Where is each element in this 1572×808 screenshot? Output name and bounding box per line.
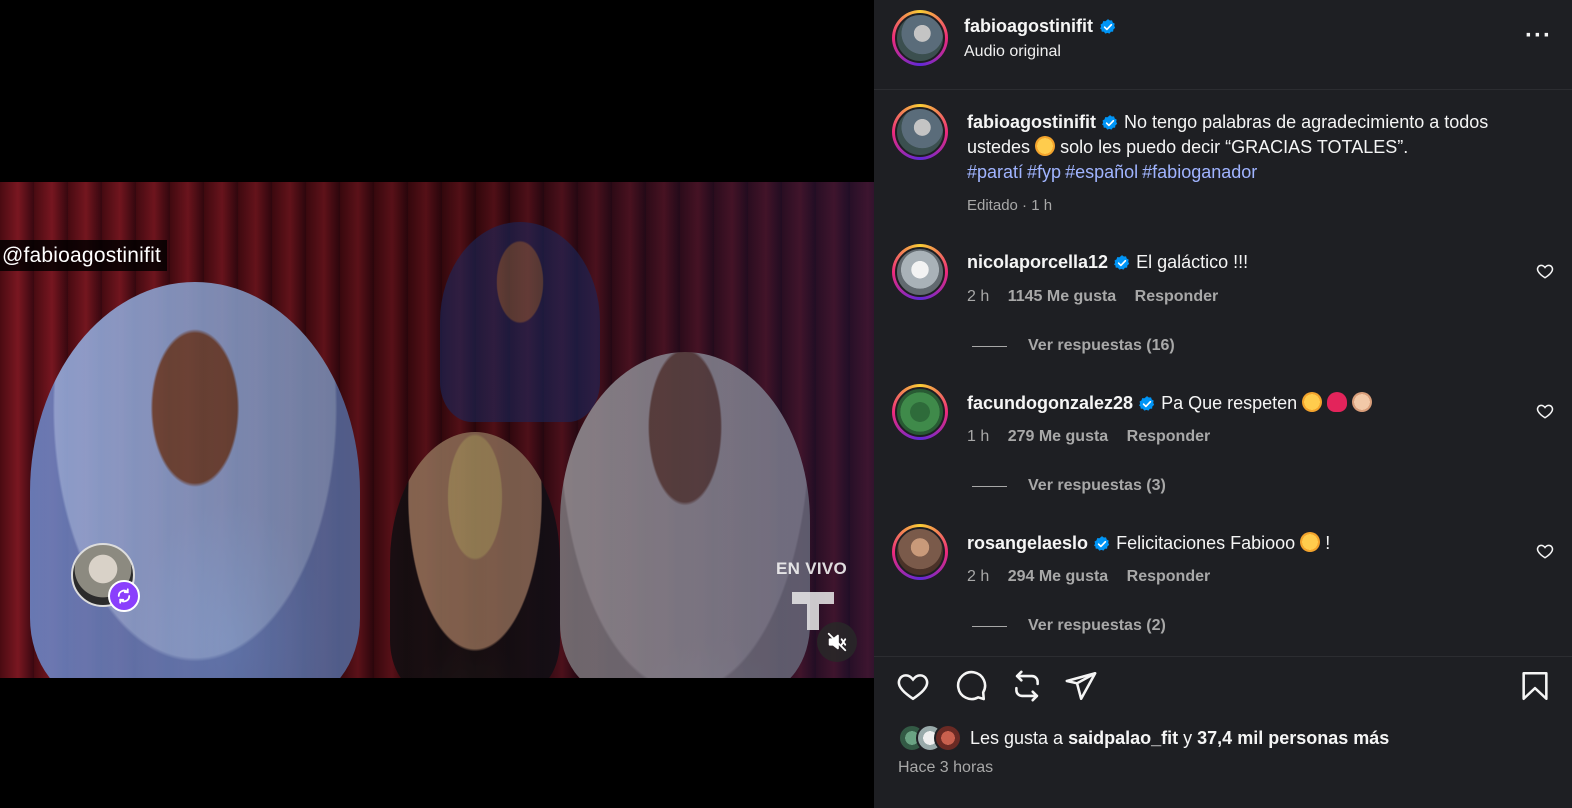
mute-button[interactable] [817, 622, 857, 662]
remix-icon [108, 580, 140, 612]
likes-summary[interactable]: Les gusta a saidpalao_fit y 37,4 mil per… [898, 724, 1389, 752]
video-user-tag: @fabioagostinifit [0, 240, 167, 271]
avatar[interactable] [892, 384, 948, 440]
avatar [934, 724, 962, 752]
comment-username[interactable]: nicolaporcella12 [967, 252, 1108, 272]
heart-icon[interactable] [1536, 262, 1554, 280]
comment-item: rosangelaeslo Felicitaciones Fabiooo ! 2… [874, 524, 1572, 664]
share-icon[interactable] [1064, 669, 1098, 703]
comment-text-suffix: ! [1325, 533, 1331, 553]
hashtag-link[interactable]: #paratí [967, 162, 1023, 182]
comment-text: El galáctico !!! [1136, 252, 1249, 272]
comment-likes[interactable]: 294 Me gusta [1008, 568, 1108, 585]
heart-icon[interactable] [1536, 542, 1554, 560]
comment-time: 2 h [967, 288, 990, 305]
heart-icon[interactable] [896, 669, 930, 703]
avatar[interactable] [892, 524, 948, 580]
avatar[interactable] [892, 10, 948, 66]
clapping-hands-emoji-icon [1300, 532, 1321, 552]
view-replies-button[interactable]: Ver respuestas (2) [972, 617, 1166, 635]
comment-likes[interactable]: 1145 Me gusta [1008, 288, 1117, 305]
others-likes-count[interactable]: 37,4 mil personas más [1197, 728, 1389, 748]
view-replies-button[interactable]: Ver respuestas (3) [972, 477, 1166, 495]
post-side-panel: fabioagostinifit Audio original ··· fabi… [874, 0, 1572, 808]
heart-icon[interactable] [1536, 402, 1554, 420]
audio-label[interactable]: Audio original [964, 43, 1061, 61]
post-header: fabioagostinifit Audio original ··· [874, 0, 1572, 90]
hashtag-link[interactable]: #fabioganador [1142, 162, 1257, 182]
comment-likes[interactable]: 279 Me gusta [1008, 428, 1108, 445]
heart-hands-emoji-icon [1035, 136, 1056, 156]
video-pane: @fabioagostinifit EN VIVO [0, 0, 874, 808]
verified-icon [1102, 115, 1118, 130]
more-icon[interactable]: ··· [1525, 22, 1552, 50]
flexed-biceps-emoji-icon [1352, 392, 1373, 412]
avatar[interactable] [892, 104, 948, 160]
comment-item: nicolaporcella12 El galáctico !!! 2 h 11… [874, 244, 1572, 384]
reply-button[interactable]: Responder [1127, 428, 1211, 445]
bookmark-icon[interactable] [1518, 669, 1552, 703]
hashtag-link[interactable]: #español [1065, 162, 1138, 182]
live-label: EN VIVO [776, 559, 848, 578]
post-timestamp: Hace 3 horas [898, 759, 994, 776]
caption-username[interactable]: fabioagostinifit [967, 112, 1096, 132]
comment-icon[interactable] [954, 669, 988, 703]
repost-icon[interactable] [1010, 669, 1044, 703]
liked-by-username[interactable]: saidpalao_fit [1068, 728, 1178, 748]
mute-icon [827, 632, 847, 652]
action-bar [874, 656, 1572, 720]
comment-item: facundogonzalez28 Pa Que respeten 1 h 27… [874, 384, 1572, 524]
caption-meta: Editado · 1 h [967, 197, 1053, 214]
header-username[interactable]: fabioagostinifit [964, 16, 1093, 37]
hashtag-link[interactable]: #fyp [1027, 162, 1061, 182]
reply-button[interactable]: Responder [1127, 568, 1211, 585]
caption-text: solo les puedo decir “GRACIAS TOTALES”. [1060, 137, 1409, 157]
comment-time: 2 h [967, 568, 990, 585]
raised-hands-emoji-icon [1302, 392, 1323, 412]
verified-icon [1100, 18, 1116, 34]
verified-icon [1114, 255, 1130, 270]
heart-emoji-icon [1327, 392, 1348, 412]
view-replies-button[interactable]: Ver respuestas (16) [972, 337, 1175, 355]
reply-button[interactable]: Responder [1135, 288, 1219, 305]
caption-hashtags: #paratí #fyp #español #fabioganador [967, 160, 1547, 185]
avatar[interactable] [892, 244, 948, 300]
comment-time: 1 h [967, 428, 990, 445]
comment-username[interactable]: facundogonzalez28 [967, 393, 1133, 413]
comment-text: Felicitaciones Fabiooo [1116, 533, 1296, 553]
verified-icon [1094, 536, 1110, 551]
comment-username[interactable]: rosangelaeslo [967, 533, 1088, 553]
verified-icon [1139, 396, 1155, 411]
comment-text: Pa Que respeten [1161, 393, 1298, 413]
